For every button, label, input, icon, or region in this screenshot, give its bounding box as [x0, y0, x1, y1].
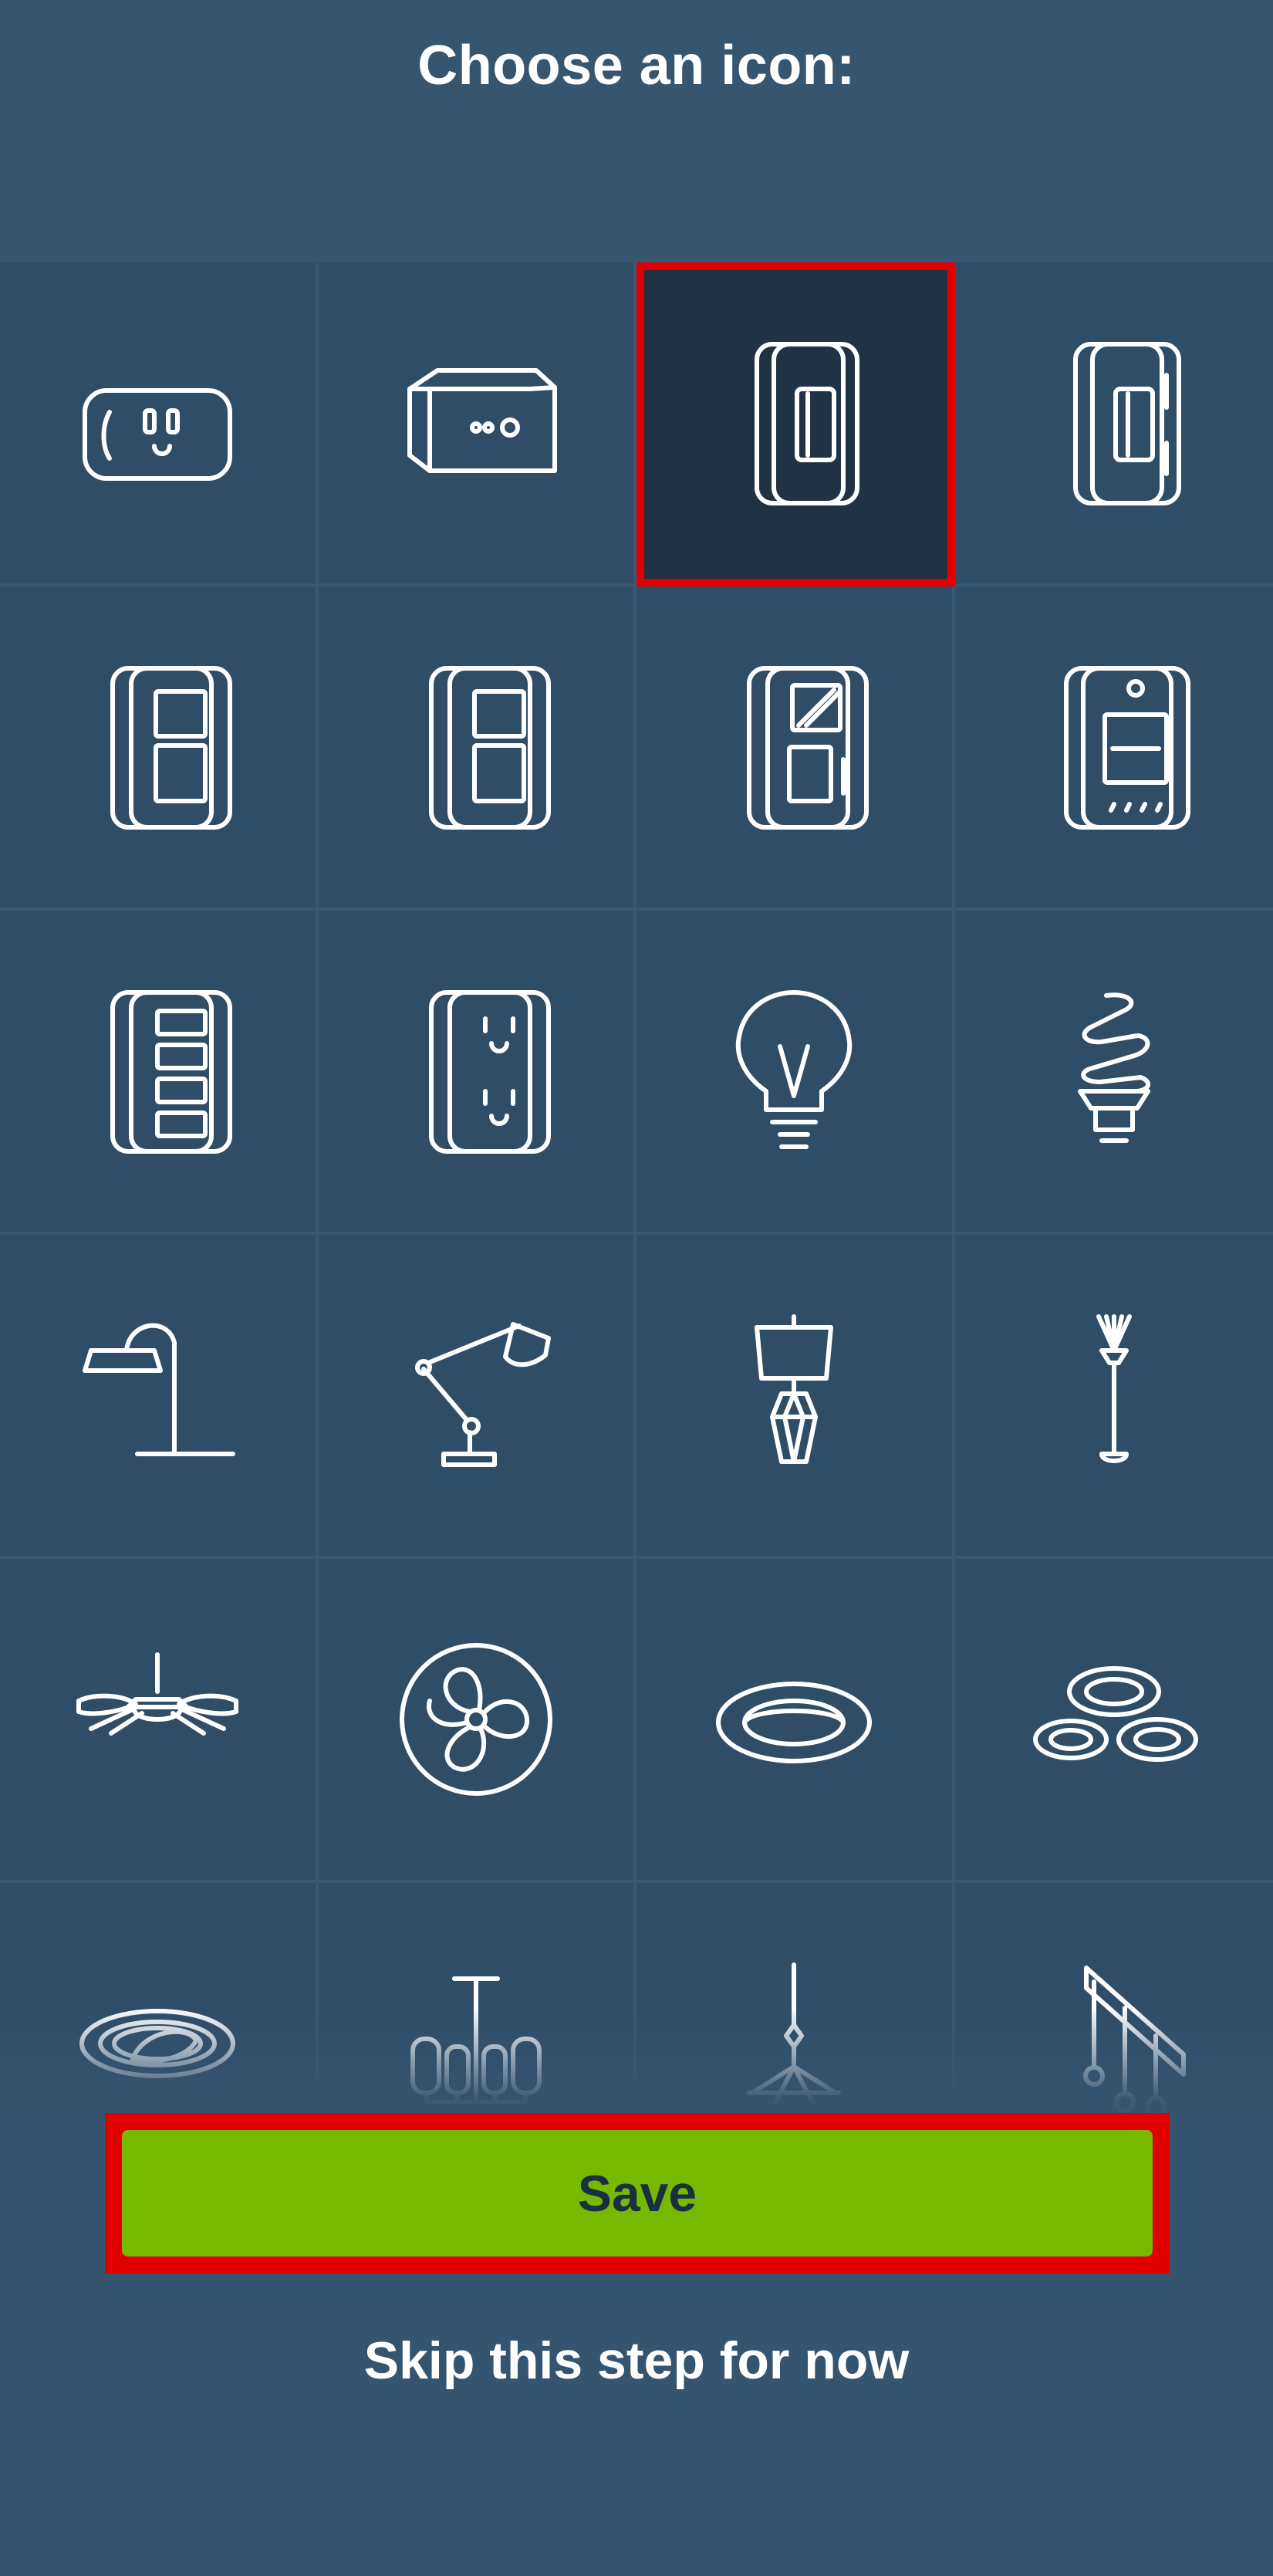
skip-step-link[interactable]: Skip this step for now	[0, 2331, 1273, 2391]
icon-option-ceiling-fan[interactable]	[0, 1559, 319, 1883]
icon-option-floor-lamp[interactable]	[954, 1235, 1273, 1559]
recessed-light-icon	[716, 1682, 873, 1763]
icon-option-double-switch-indicator[interactable]	[318, 587, 636, 911]
icon-picker-screen: Choose an icon: Save Skip this step for …	[0, 0, 1273, 2576]
double-switch-with-indicator-icon	[428, 666, 551, 830]
multi-button-switch-icon	[110, 990, 233, 1154]
table-lamp-icon	[755, 1314, 834, 1464]
icon-option-cfl-bulb[interactable]	[954, 911, 1273, 1235]
icon-option-desk-lamp[interactable]	[0, 1235, 319, 1559]
icon-option-light-bulb[interactable]	[636, 911, 955, 1235]
architect-lamp-icon	[414, 1322, 551, 1467]
icon-option-fan[interactable]	[318, 1559, 636, 1883]
wall-outlet-icon	[428, 990, 551, 1154]
fan-icon	[399, 1643, 552, 1796]
smart-dimmer-icon	[1063, 666, 1190, 830]
desk-lamp-icon	[83, 1323, 236, 1456]
icon-option-plug-module[interactable]	[318, 262, 636, 587]
floor-lamp-icon	[1096, 1314, 1132, 1463]
icon-option-architect-lamp[interactable]	[318, 1235, 636, 1559]
icon-option-dimmer-switch[interactable]	[636, 587, 955, 911]
icon-option-smart-dimmer[interactable]	[954, 587, 1273, 911]
icon-option-table-lamp[interactable]	[636, 1235, 955, 1559]
icon-option-side-button-switch[interactable]	[954, 262, 1273, 587]
icon-option-multi-button-switch[interactable]	[0, 911, 319, 1235]
icon-option-double-switch[interactable]	[0, 587, 319, 911]
cfl-bulb-icon	[1077, 992, 1150, 1143]
icon-option-recessed-lights-group[interactable]	[954, 1559, 1273, 1883]
plug-in-module-icon	[407, 368, 557, 473]
icon-option-recessed-light[interactable]	[636, 1559, 955, 1883]
save-button-highlight: Save	[105, 2113, 1170, 2273]
dimmer-switch-icon	[747, 666, 869, 830]
icon-grid	[0, 262, 1273, 2207]
icon-option-outlet-box[interactable]	[0, 262, 319, 587]
recessed-lights-group-icon	[1032, 1666, 1198, 1762]
light-bulb-icon	[736, 990, 853, 1149]
toggle-switch-icon	[755, 342, 860, 505]
header: Choose an icon:	[0, 0, 1273, 262]
icon-option-wall-outlet[interactable]	[318, 911, 636, 1235]
outlet-box-icon	[83, 388, 233, 481]
bottom-fade-overlay	[0, 2006, 1273, 2576]
ceiling-fan-icon	[76, 1652, 239, 1736]
save-button[interactable]: Save	[122, 2130, 1153, 2257]
switch-with-side-button-icon	[1072, 342, 1181, 505]
double-switch-icon	[110, 666, 233, 830]
page-title: Choose an icon:	[417, 35, 856, 96]
icon-option-toggle-switch[interactable]	[636, 262, 955, 587]
